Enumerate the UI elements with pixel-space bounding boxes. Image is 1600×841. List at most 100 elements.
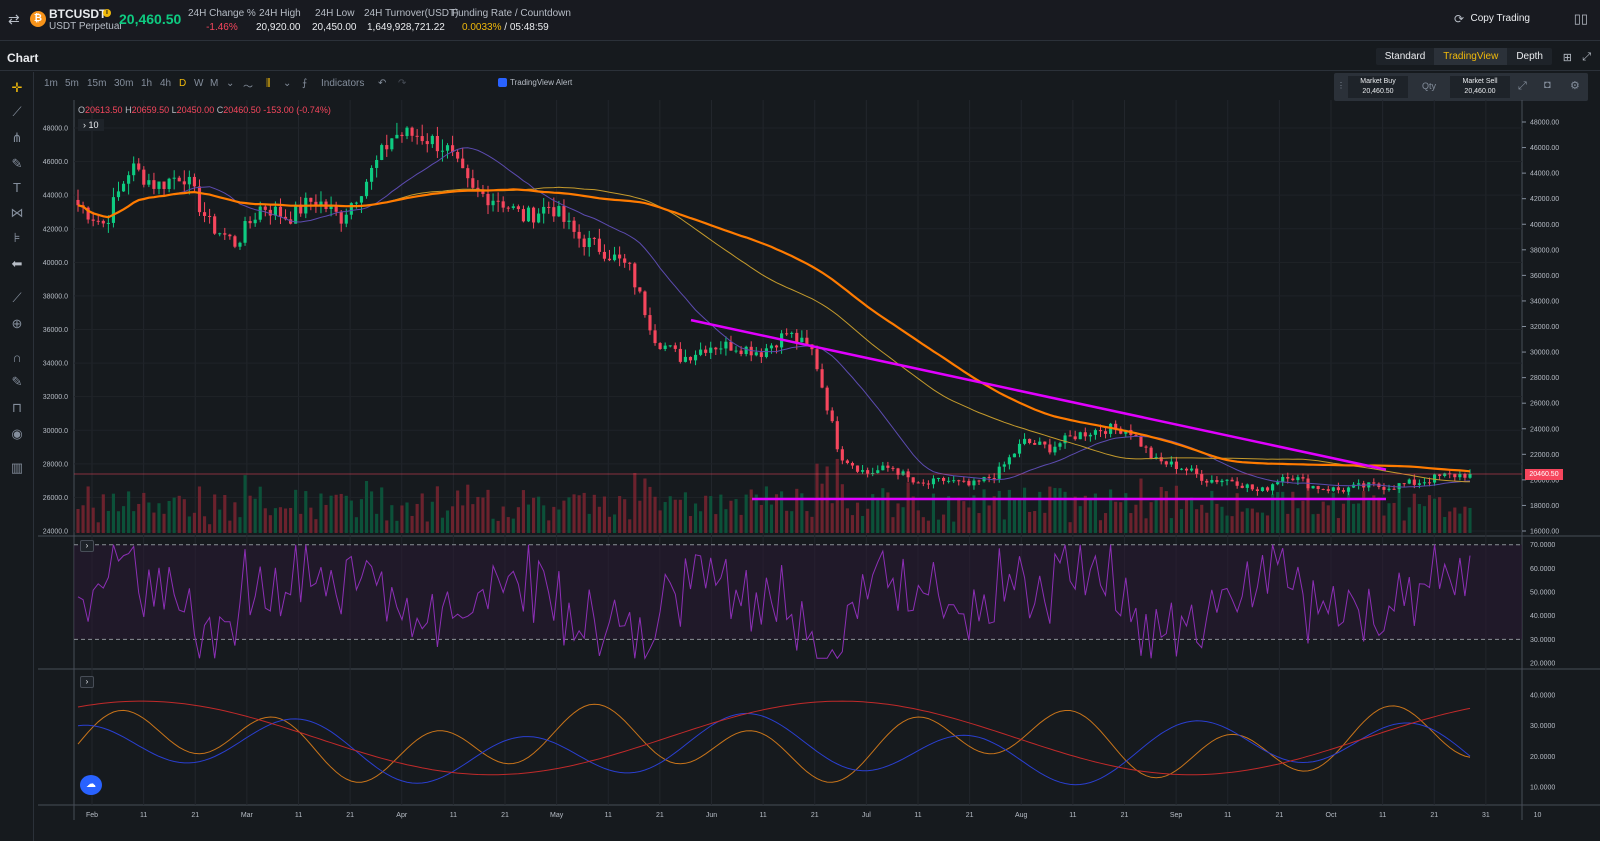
volume-bar xyxy=(896,503,900,533)
price-axis-left-label: 36000.0 xyxy=(43,327,68,334)
volume-bar xyxy=(289,507,293,533)
time-axis-label: 21 xyxy=(1121,812,1129,819)
volume-bar xyxy=(476,496,480,533)
candle-body xyxy=(228,234,232,237)
volume-bar xyxy=(167,500,171,533)
dmi-axis-label: 40.0000 xyxy=(1530,693,1555,700)
candle-body xyxy=(339,211,343,224)
volume-bar xyxy=(86,486,90,533)
chevron-right-icon: › xyxy=(83,120,86,130)
volume-bar xyxy=(1397,488,1401,533)
candle-body xyxy=(501,201,505,208)
candle-body xyxy=(1417,483,1421,485)
volume-bar xyxy=(1443,516,1447,533)
volume-bar xyxy=(162,513,166,533)
volume-bar xyxy=(764,486,768,533)
volume-bar xyxy=(977,513,981,533)
volume-bar xyxy=(1129,513,1133,533)
time-axis-label: 21 xyxy=(1430,812,1438,819)
candle-body xyxy=(1387,488,1391,490)
candle-body xyxy=(1012,453,1017,458)
candle-body xyxy=(218,233,222,235)
candle-body xyxy=(709,347,713,353)
candle-body xyxy=(461,158,465,169)
time-axis-label: 11 xyxy=(295,812,302,819)
candle-body xyxy=(785,333,789,335)
volume-bar xyxy=(719,494,723,533)
rsi-pane-toggle[interactable]: › xyxy=(80,540,94,552)
candle-body xyxy=(456,152,460,159)
volume-bar xyxy=(253,498,257,533)
volume-bar xyxy=(1458,513,1462,533)
candle-body xyxy=(1382,487,1386,490)
volume-bar xyxy=(1190,497,1194,533)
rsi-axis-label: 50.0000 xyxy=(1530,590,1555,597)
volume-bar xyxy=(304,491,308,533)
candle-body xyxy=(1083,432,1087,437)
candle-body xyxy=(1174,461,1178,469)
volume-bar xyxy=(607,516,612,533)
volume-bar xyxy=(714,514,718,533)
volume-bar xyxy=(699,511,703,533)
candle-body xyxy=(202,212,207,216)
volume-bar xyxy=(876,497,880,533)
candle-body xyxy=(1149,447,1153,459)
candle-body xyxy=(1321,489,1325,491)
volume-bar xyxy=(769,504,774,533)
volume-bar xyxy=(678,499,682,533)
candle-body xyxy=(349,203,353,215)
volume-bar xyxy=(653,496,657,533)
candle-body xyxy=(491,200,495,206)
volume-bar xyxy=(1407,507,1411,533)
volume-bar xyxy=(1103,513,1108,533)
candle-body xyxy=(1068,435,1072,437)
rsi-axis-label: 70.0000 xyxy=(1530,542,1555,549)
candle-body xyxy=(213,216,217,234)
dmi-pane-toggle[interactable]: › xyxy=(80,676,94,688)
volume-bar xyxy=(137,503,141,533)
candle-body xyxy=(263,206,267,210)
candle-body xyxy=(410,127,414,136)
volume-bar xyxy=(1468,507,1472,533)
volume-bar xyxy=(557,509,561,533)
candle-body xyxy=(633,263,637,288)
candle-body xyxy=(643,291,647,316)
candle-body xyxy=(147,180,151,185)
volume-bar xyxy=(390,505,394,533)
candle-body xyxy=(987,476,991,478)
volume-bar xyxy=(531,497,536,533)
volume-bar xyxy=(501,506,505,533)
tradingview-logo[interactable]: ☁ xyxy=(80,775,102,795)
volume-bar xyxy=(1316,513,1320,533)
candle-body xyxy=(830,410,834,422)
candle-body xyxy=(906,471,910,478)
price-axis-right-label: 42000.00 xyxy=(1530,196,1559,203)
candle-body xyxy=(390,138,394,150)
volume-bar xyxy=(319,493,323,533)
candle-body xyxy=(1265,487,1270,491)
ma-60-line xyxy=(77,186,1471,483)
volume-bar xyxy=(425,521,429,533)
volume-bar xyxy=(375,513,379,533)
candle-body xyxy=(926,483,930,485)
price-axis-right-label: 32000.00 xyxy=(1530,324,1559,331)
candle-body xyxy=(1341,490,1346,492)
low-value: 20450.00 xyxy=(176,105,215,115)
candle-body xyxy=(445,145,450,151)
candle-body xyxy=(1240,485,1244,488)
candle-body xyxy=(607,258,612,261)
candle-body xyxy=(137,163,141,170)
time-axis-label: Jul xyxy=(862,812,871,819)
candle-body xyxy=(187,176,191,185)
volume-bar xyxy=(855,502,860,533)
candle-body xyxy=(582,238,586,248)
volume-bar xyxy=(491,518,495,533)
candle-body xyxy=(1205,480,1209,483)
candle-body xyxy=(774,345,779,348)
candle-body xyxy=(111,197,116,223)
price-chart[interactable]: Feb 11 21 Mar 11 21 Apr 11 21 May 11 21 Jun 11 21 Jul 11… xyxy=(0,0,1600,841)
time-axis-label: 21 xyxy=(346,812,354,819)
volume-bar xyxy=(1114,501,1118,533)
studies-toggle[interactable]: › 10 xyxy=(78,119,104,131)
candle-body xyxy=(623,258,627,263)
